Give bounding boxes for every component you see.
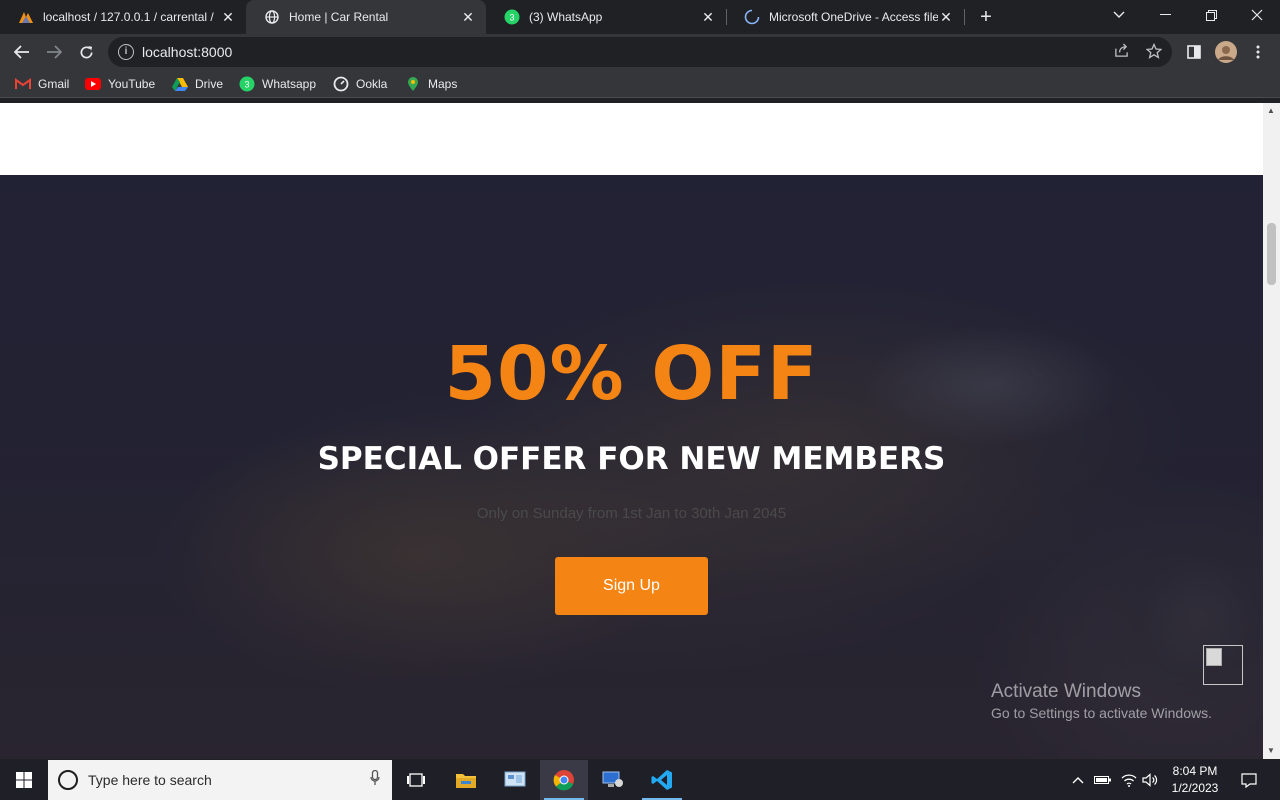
offer-hero-section: 50% OFF SPECIAL OFFER FOR NEW MEMBERS On… [0, 175, 1263, 759]
restore-icon[interactable] [1188, 0, 1234, 30]
phpmyadmin-icon [18, 9, 34, 25]
bookmark-label: Drive [195, 77, 224, 91]
bookmarks-bar: Gmail YouTube Drive 3 Whatsapp Ookla Map… [0, 70, 1280, 98]
bookmark-label: Whatsapp [262, 77, 317, 91]
page-scrollbar[interactable]: ▲ ▼ [1263, 103, 1280, 759]
youtube-icon [85, 76, 101, 92]
maps-icon [405, 76, 421, 92]
bookmark-drive[interactable]: Drive [172, 76, 223, 92]
back-arrow-icon[interactable] [8, 38, 36, 66]
offer-subheadline: SPECIAL OFFER FOR NEW MEMBERS [317, 441, 946, 477]
microphone-icon[interactable] [370, 769, 380, 790]
notifications-icon[interactable] [1234, 760, 1264, 800]
scroll-thumb[interactable] [1267, 223, 1276, 285]
whatsapp-icon: 3 [239, 76, 255, 92]
bookmark-label: Gmail [38, 77, 70, 91]
wifi-icon[interactable] [1118, 760, 1140, 800]
kebab-menu-icon[interactable] [1244, 38, 1272, 66]
bookmark-whatsapp[interactable]: 3 Whatsapp [239, 76, 316, 92]
cortana-icon [58, 770, 78, 790]
globe-icon [264, 9, 280, 25]
bookmark-label: Ookla [356, 77, 388, 91]
tab-title: Home | Car Rental [289, 10, 389, 24]
bookmark-label: YouTube [108, 77, 156, 91]
share-icon[interactable] [1114, 43, 1129, 62]
chrome-icon[interactable] [540, 760, 588, 800]
address-url: localhost:8000 [142, 44, 233, 60]
show-hidden-icons-chevron[interactable] [1068, 760, 1088, 800]
tab-onedrive[interactable]: Microsoft OneDrive - Access files ✕ [726, 0, 964, 34]
bookmark-ookla[interactable]: Ookla [333, 76, 387, 92]
minimize-icon[interactable] [1142, 0, 1188, 30]
windows-taskbar: Type here to search 8:04 PM 1/2/2023 [0, 760, 1280, 800]
tab-title: Microsoft OneDrive - Access files [769, 10, 938, 24]
tab-title: localhost / 127.0.0.1 / carrental / [43, 10, 214, 24]
vscode-icon[interactable] [638, 760, 686, 800]
new-tab-plus-icon[interactable]: + [964, 2, 1008, 32]
sign-up-button[interactable]: Sign Up [555, 557, 708, 615]
offer-headline: 50% OFF [444, 331, 819, 417]
page-viewport: 50% OFF SPECIAL OFFER FOR NEW MEMBERS On… [0, 103, 1263, 759]
tab-whatsapp[interactable]: 3 (3) WhatsApp ✕ [486, 0, 726, 34]
loading-spinner-icon [744, 9, 760, 25]
whatsapp-badge: 3 [509, 13, 514, 23]
tab-strip: localhost / 127.0.0.1 / carrental / ✕ Ho… [0, 0, 1280, 34]
search-placeholder: Type here to search [88, 772, 212, 788]
taskbar-search-input[interactable]: Type here to search [48, 760, 392, 800]
browser-toolbar: i localhost:8000 [0, 34, 1280, 70]
scroll-down-arrow-icon[interactable]: ▼ [1267, 746, 1275, 755]
forward-arrow-icon[interactable] [40, 38, 68, 66]
reload-icon[interactable] [72, 38, 100, 66]
side-panel-icon[interactable] [1180, 38, 1208, 66]
watermark-line1: Activate Windows [991, 681, 1141, 702]
gmail-icon [15, 76, 31, 92]
drive-icon [172, 76, 188, 92]
close-tab-icon[interactable]: ✕ [460, 9, 476, 26]
tab-title: (3) WhatsApp [529, 10, 603, 24]
scroll-up-arrow-icon[interactable]: ▲ [1267, 106, 1275, 115]
broken-image-icon[interactable] [1203, 645, 1243, 685]
close-tab-icon[interactable]: ✕ [700, 9, 716, 26]
close-tab-icon[interactable]: ✕ [220, 9, 236, 26]
volume-icon[interactable] [1140, 760, 1160, 800]
clock-time: 8:04 PM [1172, 764, 1218, 778]
remote-desktop-icon[interactable] [589, 760, 637, 800]
profile-avatar[interactable] [1212, 38, 1240, 66]
battery-icon[interactable] [1092, 760, 1114, 800]
activate-windows-watermark: Activate Windows Go to Settings to activ… [991, 681, 1212, 721]
clock-date: 1/2/2023 [1171, 781, 1219, 795]
file-explorer-icon[interactable] [442, 760, 490, 800]
control-panel-icon[interactable] [491, 760, 539, 800]
bookmark-star-icon[interactable] [1145, 42, 1163, 63]
taskbar-clock[interactable]: 8:04 PM 1/2/2023 [1160, 763, 1230, 797]
address-bar[interactable]: i localhost:8000 [108, 37, 1172, 67]
tab-search-chevron-icon[interactable] [1096, 0, 1142, 30]
bookmark-maps[interactable]: Maps [405, 76, 457, 92]
bookmark-label: Maps [428, 77, 458, 91]
tab-car-rental[interactable]: Home | Car Rental ✕ [246, 0, 486, 34]
watermark-line2: Go to Settings to activate Windows. [991, 705, 1212, 721]
task-view-icon[interactable] [392, 760, 440, 800]
bookmark-youtube[interactable]: YouTube [85, 76, 155, 92]
whatsapp-badge: 3 [244, 80, 249, 90]
close-window-icon[interactable] [1234, 0, 1280, 30]
offer-note: Only on Sunday from 1st Jan to 30th Jan … [476, 505, 787, 522]
bookmark-gmail[interactable]: Gmail [15, 76, 69, 92]
close-tab-icon[interactable]: ✕ [938, 9, 954, 26]
site-info-icon[interactable]: i [118, 44, 134, 60]
windows-start-icon[interactable] [0, 760, 48, 800]
offer-content: 50% OFF SPECIAL OFFER FOR NEW MEMBERS On… [0, 175, 1263, 759]
whatsapp-icon: 3 [504, 9, 520, 25]
ookla-icon [333, 76, 349, 92]
tab-phpmyadmin[interactable]: localhost / 127.0.0.1 / carrental / ✕ [0, 0, 246, 34]
